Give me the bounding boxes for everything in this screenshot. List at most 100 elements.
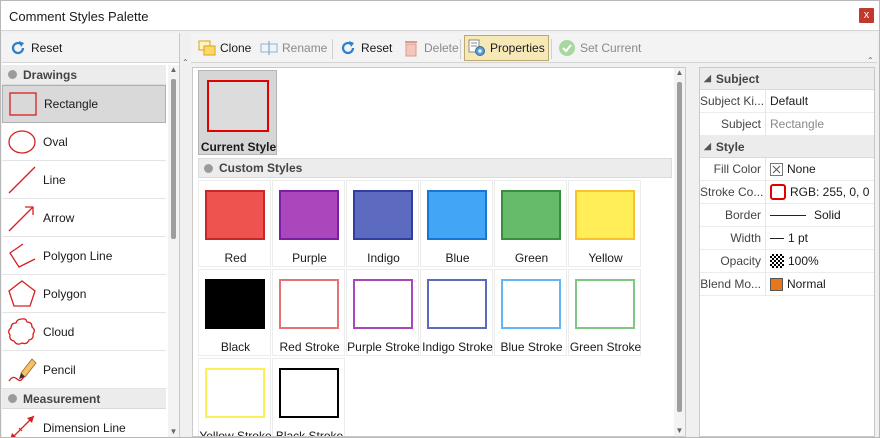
tool-item-polygon-line[interactable]: Polygon Line [2, 237, 166, 275]
close-button[interactable]: x [859, 8, 874, 23]
style-tile[interactable]: Indigo Stroke [420, 269, 493, 356]
prop-value: None [787, 162, 816, 176]
check-circle-icon [559, 40, 575, 56]
prop-row-subject-kind[interactable]: Subject Ki... Default [700, 90, 874, 113]
current-style-tile[interactable]: Current Style [198, 70, 277, 155]
style-swatch [427, 279, 487, 329]
prop-key: Subject [700, 113, 766, 135]
prop-row-stroke-color[interactable]: Stroke Co... RGB: 255, 0, 0 [700, 181, 874, 204]
left-scroll-thumb[interactable] [171, 79, 176, 239]
tool-item-line[interactable]: Line [2, 161, 166, 199]
style-tile[interactable]: Red [198, 180, 271, 267]
chevron-down-icon: ◢ [704, 73, 711, 83]
tool-item-pencil[interactable]: Pencil [2, 351, 166, 389]
left-scrollbar[interactable]: ▲ ▼ [168, 65, 179, 437]
custom-styles-title: Custom Styles [219, 161, 303, 175]
polygon-line-icon [9, 242, 36, 268]
scroll-up-icon[interactable]: ▲ [674, 68, 685, 78]
properties-button[interactable]: Properties [464, 35, 549, 61]
reset-button[interactable]: Reset [336, 37, 395, 59]
style-tile[interactable]: Black [198, 269, 271, 356]
group-header-drawings[interactable]: Drawings [2, 65, 166, 85]
rename-button[interactable]: Rename [257, 37, 330, 59]
style-tile[interactable]: Blue [420, 180, 493, 267]
tool-item-label: Dimension Line [43, 420, 126, 435]
prop-row-fill-color[interactable]: Fill Color None [700, 158, 874, 181]
prop-value: 100% [788, 254, 819, 268]
prop-row-border[interactable]: Border Solid [700, 204, 874, 227]
clone-button[interactable]: Clone [195, 37, 254, 59]
style-tile[interactable]: Blue Stroke [494, 269, 567, 356]
prop-value: Rectangle [770, 117, 825, 131]
collapse-dot-icon [8, 70, 17, 79]
prop-value-wrap: 1 pt [766, 231, 808, 245]
delete-label: Delete [424, 41, 459, 55]
collapse-dot-icon [204, 163, 213, 173]
solid-line-icon [770, 214, 806, 216]
style-label: Purple [292, 251, 327, 265]
tool-item-label: Pencil [43, 362, 76, 377]
prop-row-subject[interactable]: Subject Rectangle [700, 113, 874, 136]
left-reset-button[interactable]: Reset [6, 37, 65, 59]
style-swatch [501, 190, 561, 240]
tool-item-rectangle[interactable]: Rectangle [2, 85, 166, 123]
rename-label: Rename [282, 41, 328, 55]
scroll-down-icon[interactable]: ▼ [168, 427, 179, 437]
style-tile[interactable]: Green [494, 180, 567, 267]
style-label: Green [514, 251, 549, 265]
styles-scrollbar[interactable]: ▲ ▼ [674, 68, 685, 436]
prop-key: Width [700, 227, 766, 249]
comment-styles-window: Comment Styles Palette x Reset Drawings … [0, 0, 880, 438]
reset-icon [341, 41, 355, 55]
scroll-down-icon[interactable]: ▼ [674, 426, 685, 436]
style-tile[interactable]: Yellow [568, 180, 641, 267]
tool-item-polygon[interactable]: Polygon [2, 275, 166, 313]
style-tile[interactable]: Purple [272, 180, 345, 267]
dimension-line-icon [10, 415, 35, 437]
style-label: Red Stroke [279, 340, 340, 354]
set-current-button[interactable]: Set Current [555, 37, 644, 59]
style-tile[interactable]: Purple Stroke [346, 269, 420, 356]
section-title: Subject [715, 71, 760, 86]
styles-scroll-thumb[interactable] [677, 82, 682, 412]
tool-list-panel: Reset Drawings Rectangle Oval Line Arrow… [2, 33, 180, 437]
window-title: Comment Styles Palette [9, 9, 149, 24]
tool-item-dimension-line[interactable]: Dimension Line [2, 409, 166, 437]
custom-styles-header[interactable]: Custom Styles [198, 158, 672, 178]
cloud-icon [8, 317, 35, 345]
style-section-header[interactable]: ◢ Style [700, 136, 874, 158]
style-tile[interactable]: Yellow Stroke [198, 358, 272, 436]
tool-item-label: Line [43, 172, 66, 187]
tool-item-arrow[interactable]: Arrow [2, 199, 166, 237]
style-tile[interactable]: Black Stroke [272, 358, 345, 436]
delete-button[interactable]: Delete [399, 37, 462, 59]
style-label: Blue Stroke [500, 340, 563, 354]
style-label: Green Stroke [569, 340, 642, 354]
scroll-up-icon[interactable]: ▲ [168, 65, 179, 75]
prop-value-wrap: 100% [766, 254, 819, 268]
style-tile[interactable]: Red Stroke [272, 269, 345, 356]
prop-value: Normal [787, 277, 826, 291]
styles-gallery: Current Style Custom Styles Red Purple Ind… [192, 67, 686, 437]
tool-item-oval[interactable]: Oval [2, 123, 166, 161]
prop-row-width[interactable]: Width 1 pt [700, 227, 874, 250]
tool-item-cloud[interactable]: Cloud [2, 313, 166, 351]
properties-panel: ◢ Subject Subject Ki... Default Subject … [699, 67, 875, 437]
prop-value-wrap: None [766, 162, 816, 176]
group-header-measurement[interactable]: Measurement [2, 389, 166, 409]
clone-label: Clone [220, 41, 252, 55]
style-swatch [501, 279, 561, 329]
style-tile[interactable]: Green Stroke [568, 269, 641, 356]
style-label: Blue [445, 251, 470, 265]
reset-icon [11, 41, 25, 55]
style-swatch [205, 368, 265, 418]
checkerboard-icon [770, 254, 784, 268]
toolbar-collapse-icon[interactable]: ⌃ [867, 57, 875, 65]
stroke-color-swatch [770, 184, 786, 200]
prop-row-blend-mode[interactable]: Blend Mo... Normal [700, 273, 874, 296]
style-tile[interactable]: Indigo [346, 180, 419, 267]
subject-section-header[interactable]: ◢ Subject [700, 68, 874, 90]
prop-value: RGB: 255, 0, 0 [790, 185, 870, 199]
prop-row-opacity[interactable]: Opacity 100% [700, 250, 874, 273]
splitter-collapse-icon[interactable]: ⌃ [182, 59, 190, 67]
